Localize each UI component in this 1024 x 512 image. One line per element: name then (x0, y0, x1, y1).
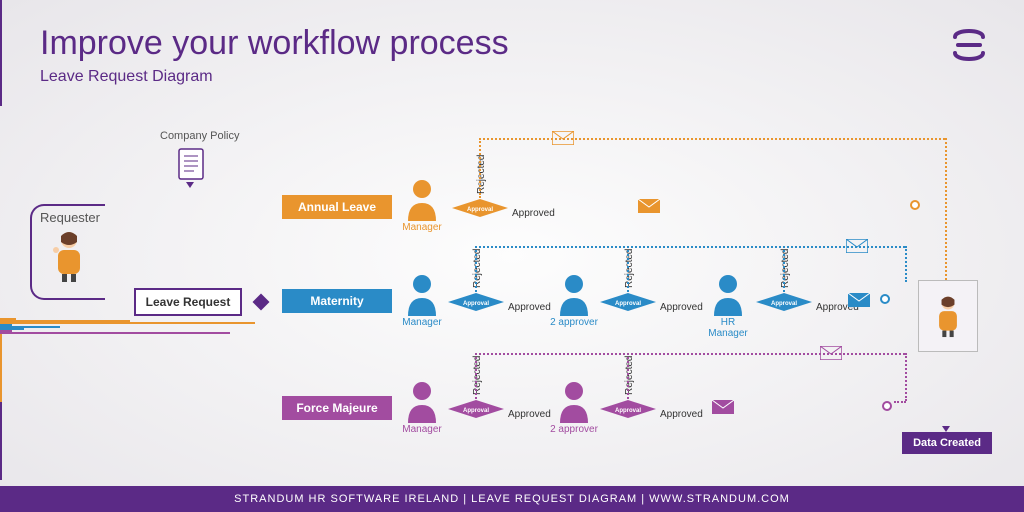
leave-request-node: Leave Request (134, 288, 242, 316)
arrow-icon (186, 182, 194, 188)
approved-label: Approved (660, 302, 703, 313)
connector (0, 332, 230, 334)
requester-result-avatar (918, 280, 978, 352)
connector-dotted (475, 353, 477, 399)
track-label-annual: Annual Leave (282, 195, 392, 219)
rejected-label: Rejected (472, 356, 483, 395)
rejected-label: Rejected (624, 356, 635, 395)
svg-text:Approval: Approval (615, 301, 641, 307)
approver-avatar (556, 272, 592, 321)
role-label: Manager (394, 222, 450, 233)
approval-diamond: Approval (600, 400, 656, 423)
mail-icon (638, 199, 660, 213)
approved-label: Approved (660, 409, 703, 420)
approved-label: Approved (508, 302, 551, 313)
page-subtitle: Leave Request Diagram (40, 68, 213, 86)
endpoint-circle (880, 294, 890, 304)
approver-avatar (404, 177, 440, 226)
connector (0, 0, 2, 106)
connector (0, 402, 2, 480)
role-label: 2 approver (546, 317, 602, 328)
role-label: 2 approver (546, 424, 602, 435)
approval-diamond: Approval (756, 293, 812, 316)
track-label-maternity: Maternity (282, 289, 392, 313)
decision-icon (252, 293, 270, 316)
mail-icon (552, 131, 574, 145)
approver-avatar (404, 379, 440, 428)
approval-diamond: Approval (452, 199, 508, 222)
endpoint-circle (910, 200, 920, 210)
track-label-force: Force Majeure (282, 396, 392, 420)
endpoint-circle (882, 401, 892, 411)
connector-dotted (783, 246, 785, 292)
connector-dotted (627, 246, 629, 292)
connector-dotted (479, 138, 481, 198)
mail-icon (712, 400, 734, 414)
connector (0, 334, 2, 402)
svg-text:Approval: Approval (467, 207, 493, 213)
rejected-label: Rejected (624, 249, 635, 288)
svg-text:Approval: Approval (771, 301, 797, 307)
document-icon (178, 148, 204, 185)
footer-text: STRANDUM HR SOFTWARE IRELAND | LEAVE REQ… (0, 486, 1024, 512)
brand-logo (948, 24, 990, 71)
role-label: Manager (394, 317, 450, 328)
company-policy-label: Company Policy (160, 130, 239, 142)
role-label: Manager (394, 424, 450, 435)
approver-avatar (710, 272, 746, 321)
approver-avatar (556, 379, 592, 428)
mail-icon (846, 239, 868, 253)
role-label: HR Manager (700, 317, 756, 339)
approved-label: Approved (508, 409, 551, 420)
diagram-canvas: Improve your workflow process Leave Requ… (0, 0, 1024, 512)
approved-label: Approved (512, 208, 555, 219)
approval-diamond: Approval (600, 293, 656, 316)
connector (0, 322, 255, 324)
data-created-node: Data Created (902, 432, 992, 454)
approval-diamond: Approval (448, 400, 504, 423)
rejected-label: Rejected (476, 155, 487, 194)
page-title: Improve your workflow process (40, 24, 509, 63)
connector-dotted (627, 353, 629, 399)
connector-dotted (475, 246, 477, 292)
svg-text:Approval: Approval (463, 408, 489, 414)
connector-dotted (905, 246, 907, 282)
rejected-label: Rejected (780, 249, 791, 288)
connector-dotted (905, 353, 907, 401)
requester-avatar (48, 230, 90, 287)
svg-text:Approval: Approval (615, 408, 641, 414)
connector (0, 110, 2, 312)
svg-text:Approval: Approval (463, 301, 489, 307)
connector-dotted (945, 138, 947, 280)
approval-diamond: Approval (448, 293, 504, 316)
connector-dotted (894, 401, 906, 403)
mail-icon (848, 293, 870, 307)
connector-dotted (475, 246, 905, 248)
approver-avatar (404, 272, 440, 321)
mail-icon (820, 346, 842, 360)
rejected-label: Rejected (472, 249, 483, 288)
connector-dotted (479, 138, 945, 140)
